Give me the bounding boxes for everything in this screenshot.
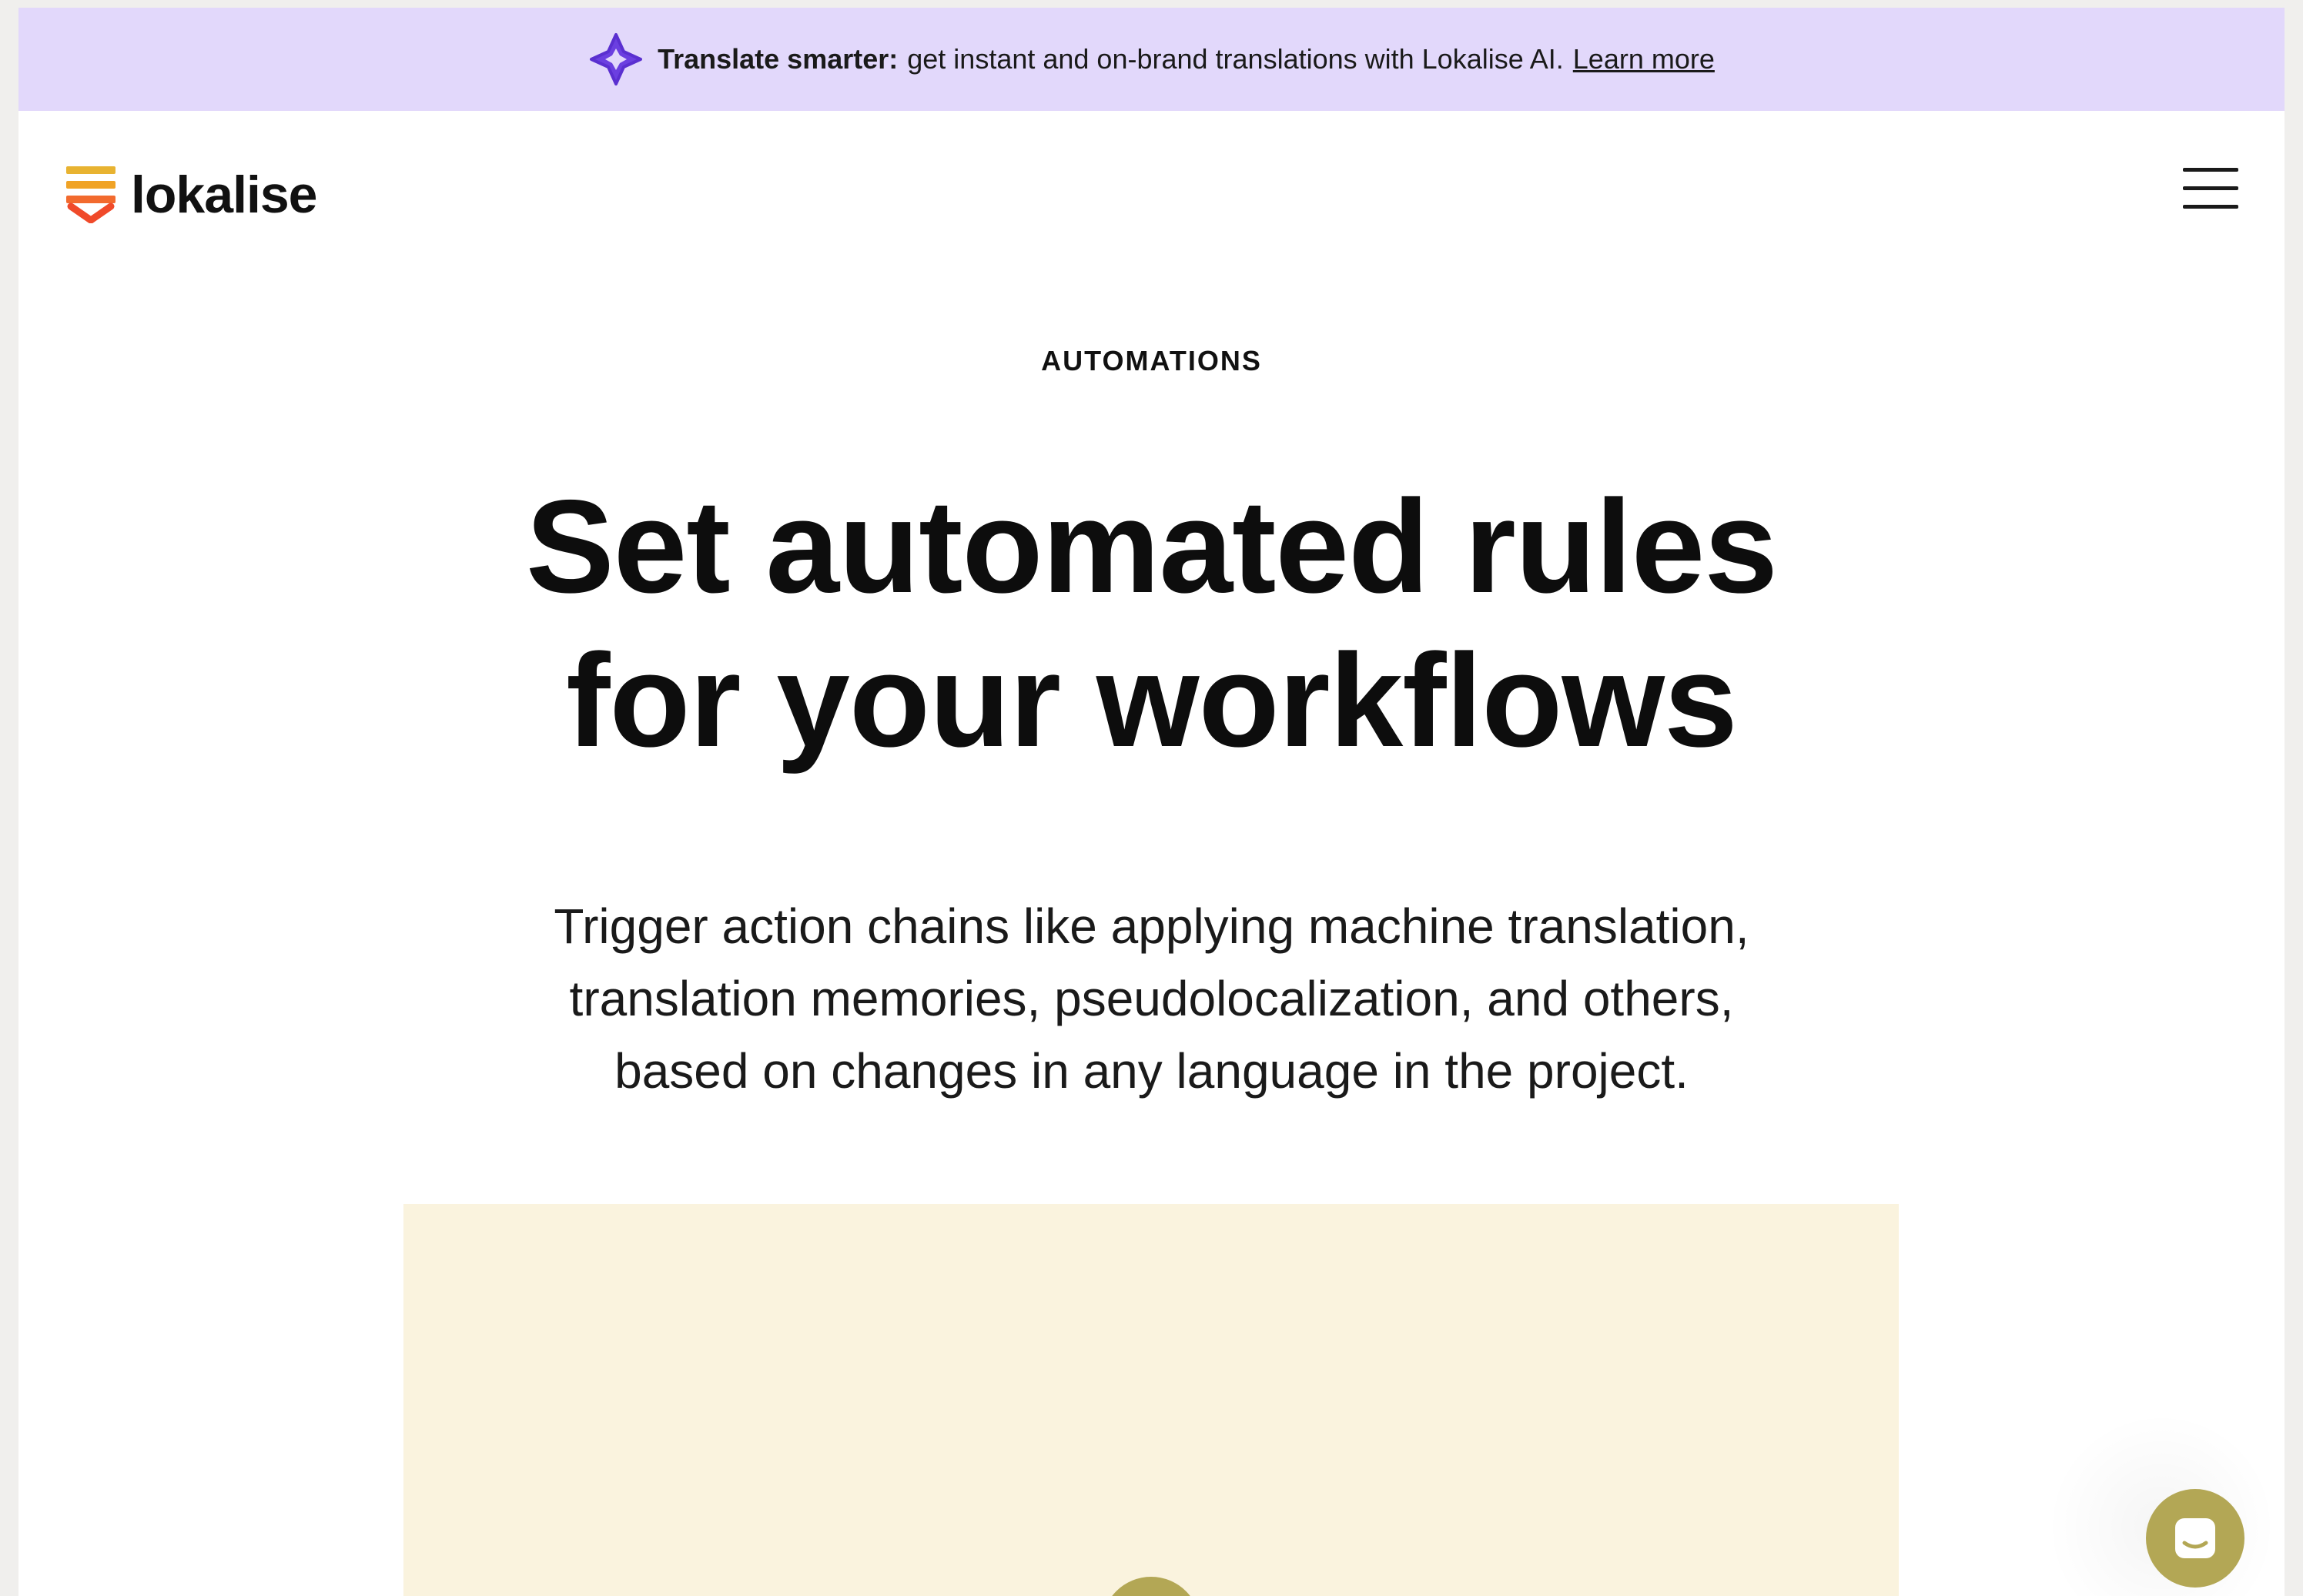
hero-headline: Set automated rules for your workflows <box>18 470 2285 778</box>
logo-wordmark: lokalise <box>131 166 317 224</box>
section-eyebrow: AUTOMATIONS <box>1041 345 1262 376</box>
learn-more-link[interactable]: Learn more <box>1573 43 1715 75</box>
chat-launcher-button[interactable] <box>2146 1489 2244 1588</box>
chat-icon <box>2175 1518 2215 1558</box>
promo-banner: Translate smarter: get instant and on-br… <box>18 8 2285 111</box>
hero-headline-line-2: for your workflows <box>566 627 1738 775</box>
hero-description: Trigger action chains like applying mach… <box>403 890 1900 1107</box>
hero-description-line-3: based on changes in any language in the … <box>614 1043 1689 1099</box>
banner-bold-text: Translate smarter: <box>658 43 899 75</box>
lokalise-logo-icon <box>66 166 115 223</box>
lokalise-logo[interactable]: lokalise <box>66 166 317 223</box>
media-circle-icon <box>1102 1577 1200 1596</box>
hero-headline-line-1: Set automated rules <box>526 473 1778 621</box>
hero-description-line-1: Trigger action chains like applying mach… <box>554 898 1749 954</box>
page: Translate smarter: get instant and on-br… <box>18 8 2285 1596</box>
sparkle-icon <box>590 33 643 85</box>
hero-description-line-2: translation memories, pseudolocalization… <box>569 971 1734 1026</box>
banner-text: get instant and on-brand translations wi… <box>907 43 1564 75</box>
feature-media-panel <box>403 1204 1899 1596</box>
hamburger-menu-icon[interactable] <box>2183 165 2238 211</box>
